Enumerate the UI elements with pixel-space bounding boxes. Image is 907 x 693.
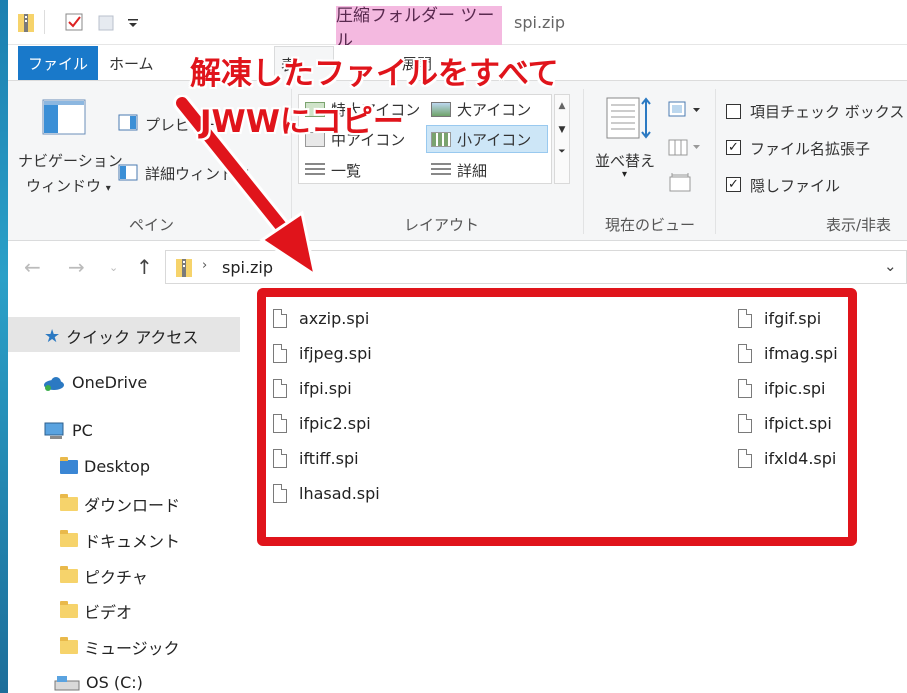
small-icons-icon xyxy=(431,132,451,147)
desktop-background-strip xyxy=(0,0,8,693)
hidden-items-checkbox[interactable]: ✓ xyxy=(726,177,741,192)
hidden-items-label[interactable]: 隠しファイル xyxy=(750,175,840,196)
preview-pane-icon xyxy=(118,114,138,131)
computer-icon xyxy=(44,422,64,439)
recent-locations-icon[interactable]: ⌄ xyxy=(109,261,118,274)
nav-item-onedrive[interactable]: OneDrive xyxy=(42,373,147,392)
zip-folder-icon[interactable] xyxy=(18,12,34,32)
tab-home[interactable]: ホーム xyxy=(109,53,154,74)
item-checkboxes-label[interactable]: 項目チェック ボックス xyxy=(750,101,904,122)
layout-details[interactable]: 詳細 xyxy=(431,160,487,181)
large-icons-icon xyxy=(431,102,451,117)
size-columns-to-fit-icon[interactable] xyxy=(668,173,692,193)
layout-group-label: レイアウト xyxy=(404,216,480,234)
nav-item-music[interactable]: ミュージック xyxy=(60,635,180,659)
sort-by-chevron-icon: ▾ xyxy=(622,169,628,180)
nav-item-label: ビデオ xyxy=(84,603,133,622)
layout-small-icons[interactable]: 小アイコン xyxy=(431,129,531,150)
properties-icon[interactable] xyxy=(64,12,84,32)
file-extensions-label[interactable]: ファイル名拡張子 xyxy=(750,138,870,159)
sort-by-icon xyxy=(606,97,651,139)
documents-folder-icon xyxy=(60,530,78,547)
nav-item-documents[interactable]: ドキュメント xyxy=(60,528,180,552)
navigation-pane-icon xyxy=(42,99,86,135)
desktop-folder-icon xyxy=(60,456,78,474)
onedrive-cloud-icon xyxy=(44,376,64,391)
tab-file[interactable]: ファイル xyxy=(18,46,98,80)
pane-group-label: ペイン xyxy=(129,216,175,234)
nav-item-quick-access[interactable]: ★ クイック アクセス xyxy=(44,324,198,348)
drive-icon xyxy=(54,675,80,690)
annotation-highlight-box xyxy=(257,288,857,546)
up-button[interactable]: ↑ xyxy=(136,255,153,279)
nav-item-pc[interactable]: PC xyxy=(44,421,93,440)
nav-item-label: OneDrive xyxy=(72,373,148,392)
nav-item-downloads[interactable]: ダウンロード xyxy=(60,492,180,516)
layout-large-icons[interactable]: 大アイコン xyxy=(431,99,531,120)
chevron-down-icon: ▾ xyxy=(105,183,111,194)
nav-item-label: PC xyxy=(72,421,93,440)
gallery-expand-icon[interactable]: ⏷ xyxy=(555,147,569,157)
add-columns-icon[interactable] xyxy=(668,137,702,157)
layout-gallery-scroll[interactable]: ▲ ▼ ⏷ xyxy=(554,94,570,184)
navigation-pane-label-2: ウィンドウ xyxy=(26,177,102,195)
nav-item-label: ダウンロード xyxy=(84,496,181,515)
ribbon-separator xyxy=(715,89,716,234)
layout-details-label: 詳細 xyxy=(457,162,488,180)
layout-list-label: 一覧 xyxy=(331,162,362,180)
navigation-pane-button[interactable]: ナビゲーション xyxy=(18,150,123,171)
nav-item-label: クイック アクセス xyxy=(66,328,199,347)
compressed-folder-tools-tab[interactable]: 圧縮フォルダー ツール xyxy=(336,6,502,51)
nav-item-label: ミュージック xyxy=(84,639,180,658)
downloads-folder-icon xyxy=(60,494,78,511)
scroll-down-icon[interactable]: ▼ xyxy=(555,125,569,135)
star-icon: ★ xyxy=(44,325,61,347)
navigation-pane-button-line2[interactable]: ウィンドウ ▾ xyxy=(26,175,111,196)
layout-small-icons-label: 小アイコン xyxy=(457,131,532,149)
nav-item-desktop[interactable]: Desktop xyxy=(60,456,150,476)
new-folder-icon[interactable] xyxy=(98,12,114,32)
back-button[interactable]: ← xyxy=(24,255,41,279)
current-view-group-label: 現在のビュー xyxy=(605,216,696,234)
nav-item-label: ピクチャ xyxy=(84,568,148,587)
nav-item-os-drive[interactable]: OS (C:) xyxy=(54,673,143,692)
ribbon-separator xyxy=(583,89,584,234)
nav-item-label: ドキュメント xyxy=(84,532,181,551)
nav-item-label: Desktop xyxy=(84,457,150,476)
annotation-text-line2: JWWにコピー xyxy=(200,104,404,140)
nav-item-videos[interactable]: ビデオ xyxy=(60,599,132,623)
details-pane-icon xyxy=(118,164,138,181)
scroll-up-icon[interactable]: ▲ xyxy=(555,101,569,111)
navigation-bar: ← → ⌄ ↑ › spi.zip ⌄ xyxy=(8,241,907,293)
ribbon: ナビゲーション ウィンドウ ▾ プレビュー 詳細ウィンドウ ペイン 特大アイコン… xyxy=(8,81,907,241)
window-title: spi.zip xyxy=(514,13,566,32)
nav-item-pictures[interactable]: ピクチャ xyxy=(60,564,148,588)
address-dropdown-icon[interactable]: ⌄ xyxy=(884,257,897,275)
forward-button[interactable]: → xyxy=(68,255,85,279)
videos-folder-icon xyxy=(60,601,78,618)
music-folder-icon xyxy=(60,637,78,654)
details-list-icon xyxy=(431,163,451,178)
file-extensions-checkbox[interactable]: ✓ xyxy=(726,140,741,155)
layout-large-icons-label: 大アイコン xyxy=(457,101,532,119)
show-hide-group-label: 表示/非表 xyxy=(826,216,892,234)
pictures-folder-icon xyxy=(60,566,78,583)
nav-item-label: OS (C:) xyxy=(86,673,143,692)
sort-by-button[interactable]: 並べ替え xyxy=(595,150,655,171)
annotation-text-line1: 解凍したファイルをすべて xyxy=(190,56,559,92)
group-by-icon[interactable] xyxy=(668,101,702,119)
title-bar: 圧縮フォルダー ツール spi.zip xyxy=(8,0,907,51)
navigation-pane: ★ クイック アクセス OneDrive PC Desktop ダウンロード ド… xyxy=(8,293,241,693)
quick-access-toolbar-dropdown-icon[interactable] xyxy=(126,12,140,32)
item-checkboxes-checkbox[interactable] xyxy=(726,104,741,119)
